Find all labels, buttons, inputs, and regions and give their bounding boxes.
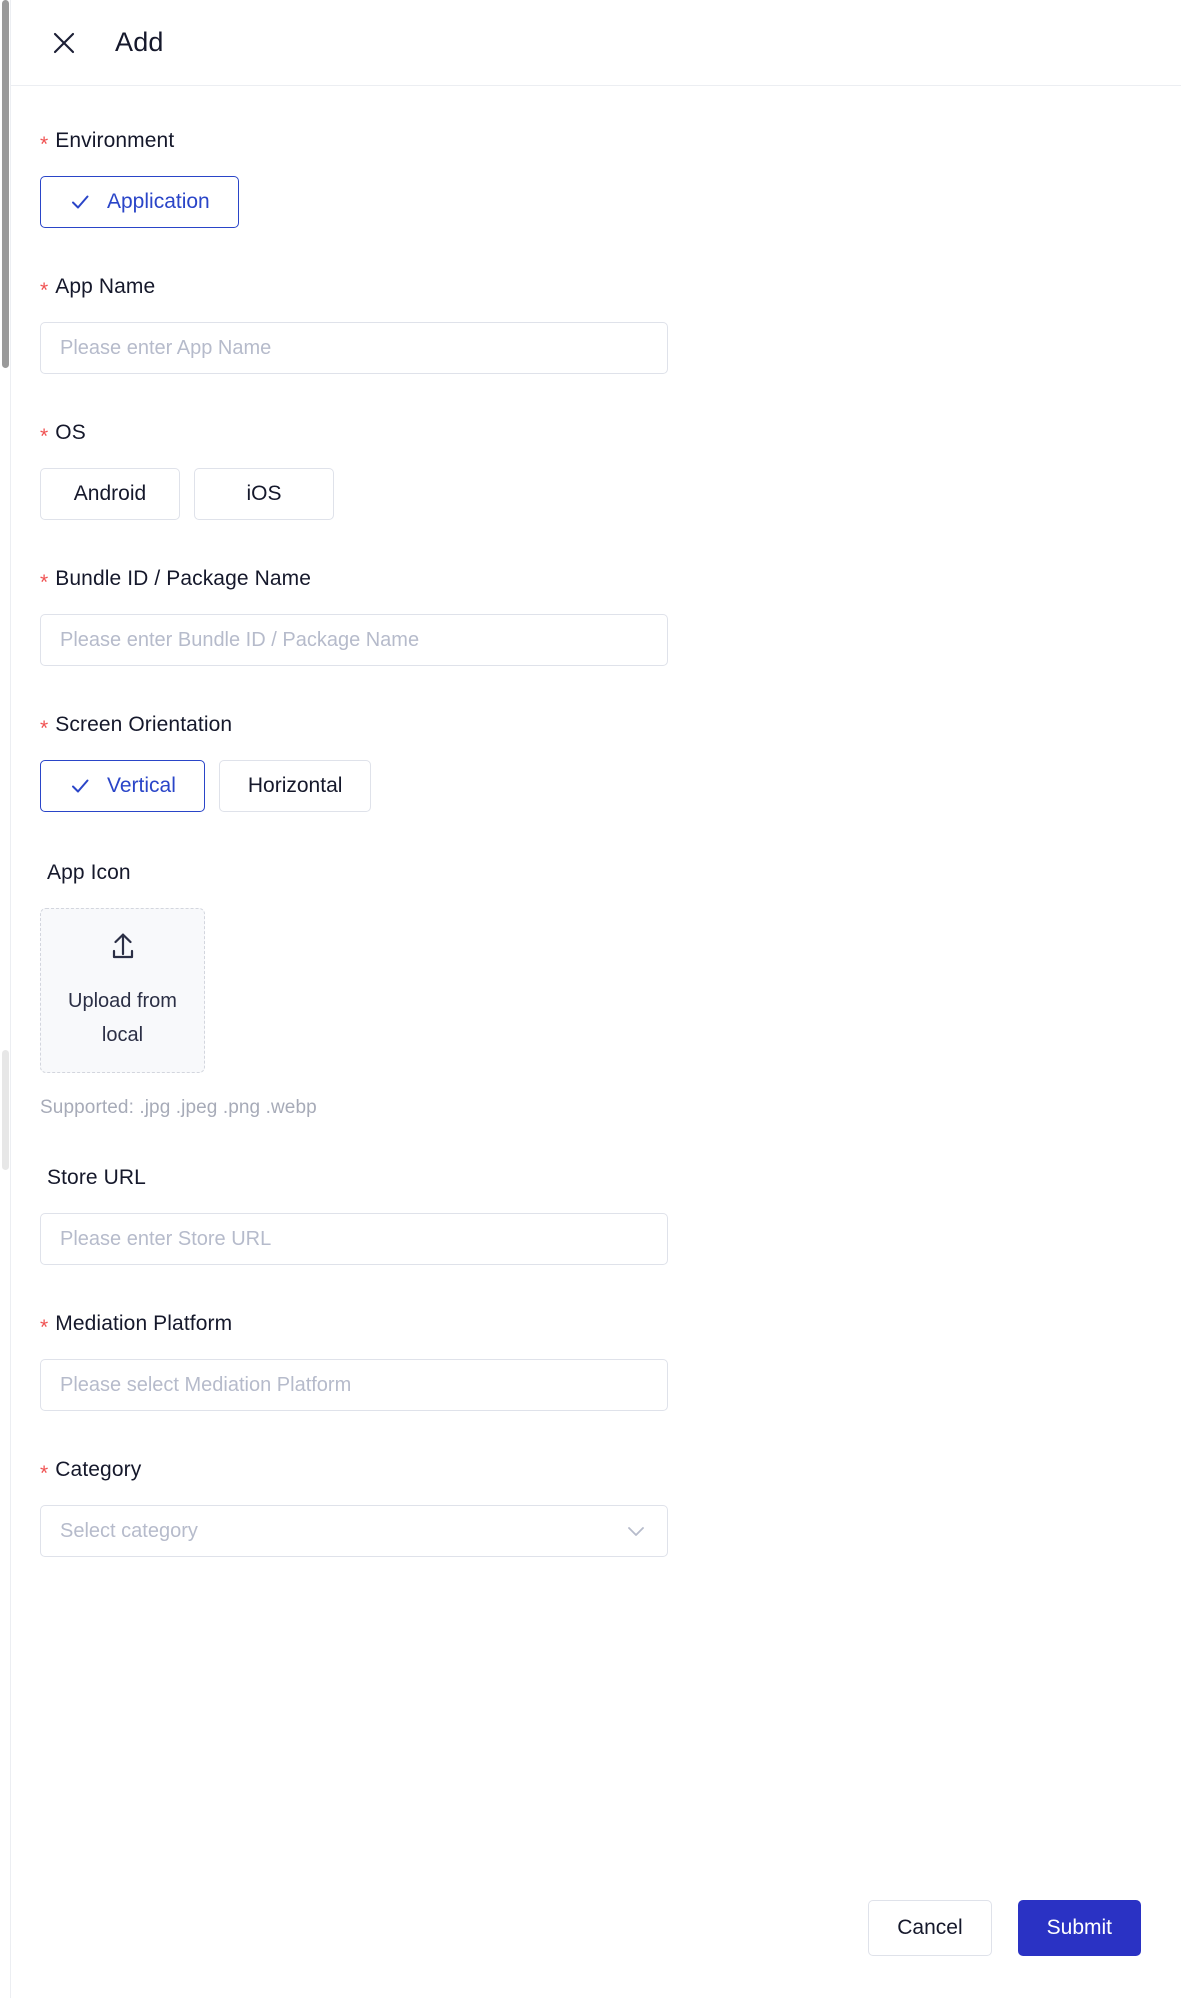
label-text: App Name — [55, 275, 156, 298]
label-text: Store URL — [47, 1166, 146, 1189]
dialog-footer: Cancel Submit — [11, 1880, 1181, 1998]
field-os: * OS Android iOS — [40, 420, 1141, 520]
close-icon[interactable] — [49, 28, 79, 58]
label-store-url: Store URL — [40, 1165, 1141, 1191]
store-url-input[interactable]: Please enter Store URL — [40, 1213, 668, 1265]
label-environment: * Environment — [40, 128, 1141, 156]
field-category: * Category Select category — [40, 1457, 1141, 1557]
field-screen-orientation: * Screen Orientation Vertical Horizontal — [40, 712, 1141, 812]
field-app-name: * App Name Please enter App Name — [40, 274, 1141, 374]
required-marker: * — [40, 1462, 49, 1485]
label-text: Environment — [55, 129, 175, 152]
label-text: App Icon — [47, 861, 131, 884]
upload-arrow-icon — [106, 929, 140, 968]
dialog-body: * Environment Application * App Name Ple… — [11, 86, 1181, 1880]
label-mediation-platform: * Mediation Platform — [40, 1311, 1141, 1339]
required-marker: * — [40, 133, 49, 156]
required-marker: * — [40, 571, 49, 594]
category-select[interactable]: Select category — [40, 1505, 668, 1557]
label-app-name: * App Name — [40, 274, 1141, 302]
orientation-option-vertical[interactable]: Vertical — [40, 760, 205, 812]
label-bundle-id: * Bundle ID / Package Name — [40, 566, 1141, 594]
label-text: Bundle ID / Package Name — [55, 567, 311, 590]
os-options: Android iOS — [40, 468, 1141, 520]
field-bundle-id: * Bundle ID / Package Name Please enter … — [40, 566, 1141, 666]
required-marker: * — [40, 279, 49, 302]
environment-options: Application — [40, 176, 1141, 228]
required-marker: * — [40, 717, 49, 740]
field-environment: * Environment Application — [40, 128, 1141, 228]
option-label: Vertical — [107, 774, 176, 797]
scrollbar-thumb[interactable] — [2, 0, 9, 368]
label-os: * OS — [40, 420, 1141, 448]
option-label: Android — [73, 482, 147, 505]
field-app-icon: App Icon Upload from local Supported: .j… — [40, 860, 1141, 1119]
option-label: Horizontal — [247, 774, 343, 797]
screen-orientation-options: Vertical Horizontal — [40, 760, 1141, 812]
mediation-platform-select[interactable]: Please select Mediation Platform — [40, 1359, 668, 1411]
check-icon — [69, 191, 91, 213]
app-icon-supported-formats: Supported: .jpg .jpeg .png .webp — [40, 1097, 317, 1118]
label-text: Screen Orientation — [55, 713, 233, 736]
submit-button[interactable]: Submit — [1017, 1900, 1141, 1956]
category-placeholder: Select category — [60, 1519, 198, 1542]
upload-label: Upload from local — [68, 990, 177, 1046]
environment-option-application[interactable]: Application — [40, 176, 239, 228]
dialog-title: Add — [115, 27, 164, 57]
app-icon-upload-dropzone[interactable]: Upload from local — [40, 908, 205, 1073]
label-text: OS — [55, 421, 86, 444]
cancel-button[interactable]: Cancel — [868, 1900, 992, 1956]
option-label: iOS — [246, 482, 282, 505]
label-screen-orientation: * Screen Orientation — [40, 712, 1141, 740]
check-icon — [69, 775, 91, 797]
dialog-header: Add — [11, 0, 1181, 86]
page-scrollbar[interactable] — [0, 0, 11, 1998]
field-store-url: Store URL Please enter Store URL — [40, 1165, 1141, 1265]
option-label: Application — [107, 190, 210, 213]
required-marker: * — [40, 425, 49, 448]
os-option-ios[interactable]: iOS — [194, 468, 334, 520]
label-text: Category — [55, 1458, 142, 1481]
field-mediation-platform: * Mediation Platform Please select Media… — [40, 1311, 1141, 1411]
required-marker: * — [40, 1316, 49, 1339]
bundle-id-input[interactable]: Please enter Bundle ID / Package Name — [40, 614, 668, 666]
label-text: Mediation Platform — [55, 1312, 233, 1335]
scrollbar-track-marker — [2, 1050, 9, 1170]
app-name-input[interactable]: Please enter App Name — [40, 322, 668, 374]
label-app-icon: App Icon — [40, 860, 1141, 886]
chevron-down-icon — [624, 1519, 648, 1543]
add-application-dialog: Add * Environment Application * App Name… — [0, 0, 1181, 1998]
dialog-panel: Add * Environment Application * App Name… — [11, 0, 1181, 1998]
orientation-option-horizontal[interactable]: Horizontal — [218, 760, 372, 812]
os-option-android[interactable]: Android — [40, 468, 180, 520]
label-category: * Category — [40, 1457, 1141, 1485]
